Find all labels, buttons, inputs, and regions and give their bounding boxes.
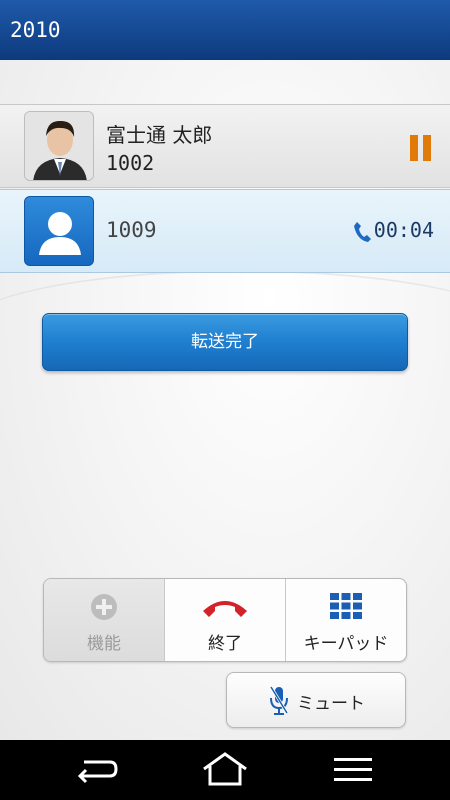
mic-muted-icon	[269, 685, 289, 721]
transfer-complete-button[interactable]: 転送完了	[42, 313, 408, 371]
held-call-row[interactable]: 富士通 太郎 1002	[0, 104, 450, 188]
caller-number: 1002	[106, 151, 155, 175]
caller-name: 富士通 太郎	[106, 123, 213, 147]
plus-circle-icon	[90, 593, 118, 625]
end-call-button[interactable]: 終了	[165, 579, 286, 661]
status-title: 2010	[0, 0, 450, 60]
menu-icon[interactable]	[328, 752, 378, 788]
keypad-label: キーパッド	[303, 634, 389, 654]
end-call-label: 終了	[208, 634, 242, 654]
keypad-grid-icon	[330, 593, 362, 623]
navigation-bar	[0, 740, 450, 800]
contact-silhouette-avatar	[24, 196, 94, 266]
function-button[interactable]: 機能	[44, 579, 165, 661]
mute-label: ミュート	[297, 694, 365, 714]
caller-photo-avatar	[24, 111, 94, 181]
function-label: 機能	[87, 634, 121, 654]
hang-up-icon	[201, 597, 249, 623]
keypad-button[interactable]: キーパッド	[286, 579, 406, 661]
call-screen: 富士通 太郎 1002 1009 00:04 転送完了 機能 終了 キーパッド …	[0, 60, 450, 740]
active-call-number: 1009	[106, 218, 157, 242]
home-icon[interactable]	[200, 752, 250, 788]
call-duration: 00:04	[373, 218, 434, 242]
phone-icon	[352, 220, 372, 244]
pause-icon[interactable]	[410, 135, 432, 161]
call-action-group: 機能 終了 キーパッド	[43, 578, 407, 662]
mute-button[interactable]: ミュート	[226, 672, 406, 728]
active-call-row[interactable]: 1009 00:04	[0, 189, 450, 273]
back-icon[interactable]	[72, 752, 122, 788]
